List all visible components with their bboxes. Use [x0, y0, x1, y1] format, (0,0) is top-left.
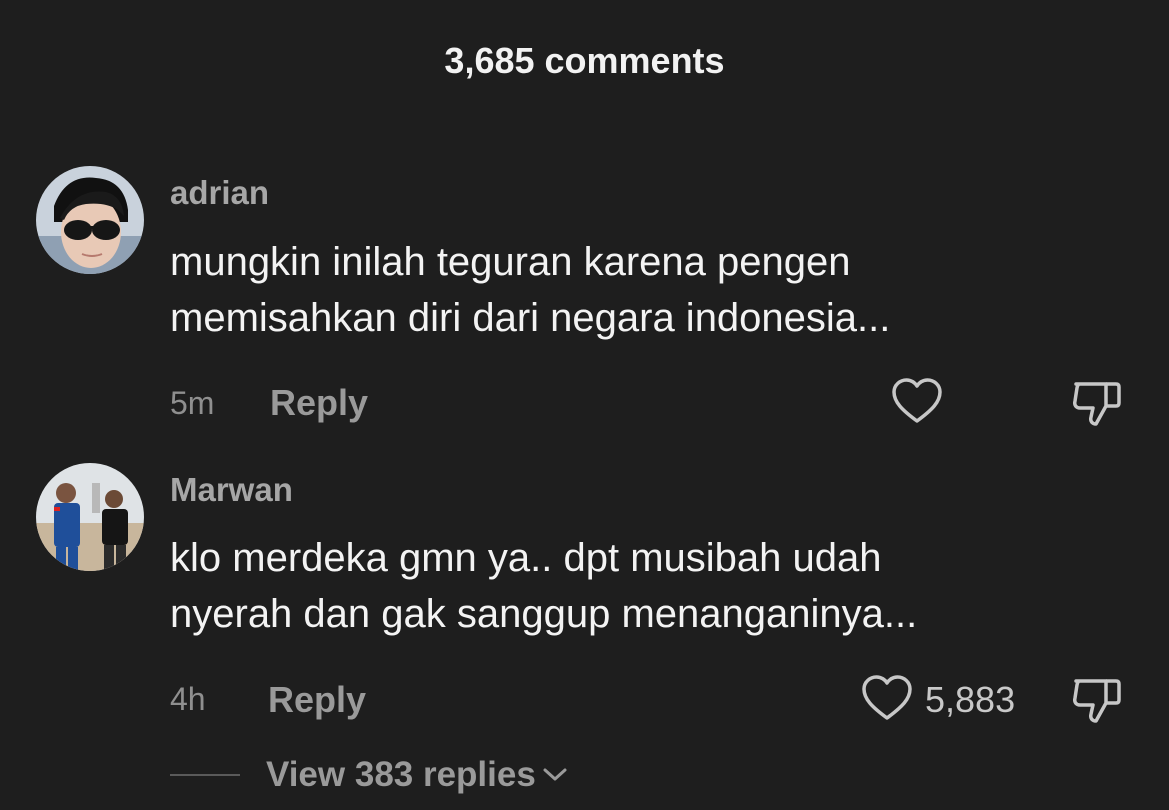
heart-icon[interactable] [890, 376, 944, 431]
comment-text-line: klo merdeka gmn ya.. dpt musibah udah [170, 536, 882, 580]
chevron-down-icon [542, 766, 568, 784]
user-avatar[interactable] [36, 463, 144, 571]
user-avatar[interactable] [36, 166, 144, 274]
comment-text-line: nyerah dan gak sanggup menanganinya... [170, 592, 918, 636]
comment-text: mungkin inilah teguran karena pengen mem… [170, 234, 1110, 346]
view-replies-label: View 383 replies [266, 755, 536, 794]
comment-text: klo merdeka gmn ya.. dpt musibah udah ny… [170, 530, 1110, 642]
view-replies-button[interactable]: View 383 replies [170, 755, 568, 795]
thumbs-down-icon[interactable] [1070, 376, 1126, 435]
comment-text-line: memisahkan diri dari negara indonesia... [170, 296, 891, 340]
comments-count-title: 3,685 comments [444, 40, 725, 81]
reply-button[interactable]: Reply [268, 679, 366, 721]
avatar-image [36, 166, 144, 274]
avatar-image [36, 463, 144, 571]
heart-icon[interactable] [860, 673, 914, 728]
comment-timestamp: 4h [170, 681, 206, 717]
comment-username[interactable]: Marwan [170, 471, 293, 509]
like-count: 5,883 [925, 679, 1016, 720]
comment-timestamp: 5m [170, 385, 215, 421]
comment-username[interactable]: adrian [170, 174, 269, 212]
comment-text-line: mungkin inilah teguran karena pengen [170, 240, 851, 284]
reply-button[interactable]: Reply [270, 382, 368, 424]
thumbs-down-icon[interactable] [1070, 673, 1126, 732]
divider [170, 774, 240, 776]
